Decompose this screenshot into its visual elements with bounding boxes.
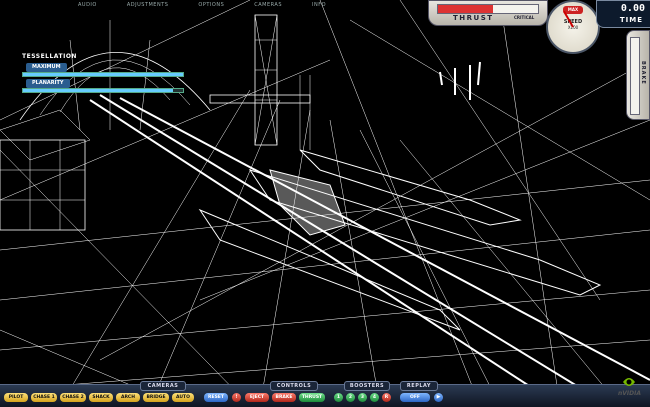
track-rails <box>89 94 650 406</box>
tessellation-panel: TESSELLATION MAXIMUM PLANARITY <box>14 53 184 93</box>
reset-button[interactable]: RESET <box>204 393 228 402</box>
booster-1-button[interactable]: 1 <box>334 393 343 402</box>
thrust-gauge: THRUST CRITICAL <box>428 0 548 26</box>
menu-options[interactable]: OPTIONS <box>198 0 224 10</box>
thrust-label: THRUST <box>453 14 494 22</box>
eject-button[interactable]: EJECT <box>245 393 269 402</box>
camera-arch-button[interactable]: ARCH <box>116 393 140 402</box>
slider-planarity-track[interactable] <box>22 88 184 93</box>
time-value: 0.00 <box>620 3 645 14</box>
replay-off-button[interactable]: OFF <box>400 393 430 402</box>
logo-text: nVIDIA <box>618 390 642 397</box>
slider-maximum-track[interactable] <box>22 72 184 77</box>
slider-planarity[interactable]: PLANARITY <box>22 79 184 93</box>
booster-2-button[interactable]: 2 <box>346 393 355 402</box>
brake-gauge: BRAKE <box>626 30 650 120</box>
replay-play-icon[interactable]: ▶ <box>434 393 443 402</box>
tessellation-title: TESSELLATION <box>22 53 77 60</box>
booster-3-button[interactable]: 3 <box>358 393 367 402</box>
thrust-bar <box>437 4 539 14</box>
camera-chase1-button[interactable]: CHASE 1 <box>31 393 57 402</box>
speedometer: MAX SPEED X100 <box>546 0 600 54</box>
camera-auto-button[interactable]: AUTO <box>172 393 194 402</box>
slider-planarity-fill <box>23 89 174 92</box>
menu-cameras[interactable]: CAMERAS <box>254 0 282 10</box>
menu-audio[interactable]: AUDIO <box>78 0 97 10</box>
brake-label: BRAKE <box>640 61 646 85</box>
nvidia-eye-icon <box>623 378 635 386</box>
replay-group-label: REPLAY <box>400 381 438 391</box>
slider-maximum-label: MAXIMUM <box>26 63 67 72</box>
brake-button[interactable]: BRAKE <box>272 393 296 402</box>
nvidia-logo: nVIDIA <box>610 376 644 398</box>
slider-maximum-fill <box>23 73 183 76</box>
slider-maximum[interactable]: MAXIMUM <box>22 63 184 77</box>
slider-planarity-label: PLANARITY <box>26 79 70 88</box>
camera-pilot-button[interactable]: PILOT <box>4 393 28 402</box>
thrust-button[interactable]: THRUST <box>299 393 325 402</box>
booster-reset-button[interactable]: R <box>382 393 391 402</box>
brake-bar <box>630 37 640 115</box>
controls-group-label: CONTROLS <box>270 381 318 391</box>
critical-label: CRITICAL <box>514 15 535 20</box>
menu-info[interactable]: INFO <box>312 0 326 10</box>
time-display: 0.00 TIME <box>596 0 650 28</box>
booster-4-button[interactable]: 4 <box>370 393 379 402</box>
camera-shack-button[interactable]: SHACK <box>89 393 113 402</box>
time-label: TIME <box>619 16 643 24</box>
cameras-group-label: CAMERAS <box>140 381 186 391</box>
menu-adjustments[interactable]: ADJUSTMENTS <box>127 0 169 10</box>
thrust-fill <box>438 5 493 13</box>
bottom-control-bar: CAMERAS CONTROLS BOOSTERS REPLAY PILOT C… <box>0 381 650 407</box>
boosters-group-label: BOOSTERS <box>344 381 390 391</box>
camera-bridge-button[interactable]: BRIDGE <box>143 393 169 402</box>
alert-button[interactable]: ! <box>232 393 241 402</box>
camera-chase2-button[interactable]: CHASE 2 <box>60 393 86 402</box>
top-menu: AUDIO ADJUSTMENTS OPTIONS CAMERAS INFO <box>0 0 430 10</box>
